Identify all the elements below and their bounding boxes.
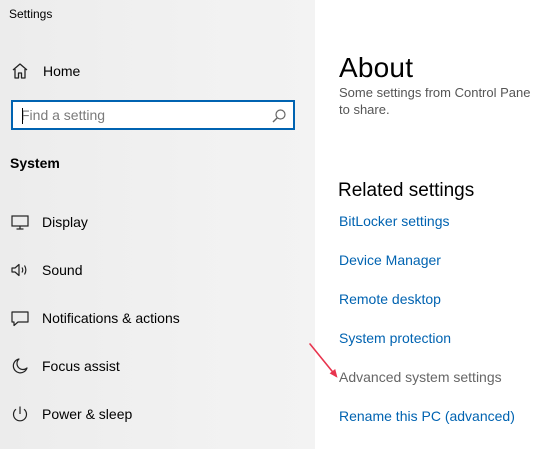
section-title: System: [10, 155, 60, 171]
page-title: About: [339, 52, 414, 83]
search-input[interactable]: [21, 106, 261, 124]
sidebar-item-focus-assist[interactable]: Focus assist: [10, 355, 120, 377]
search-box[interactable]: [11, 100, 295, 130]
rename-pc-link[interactable]: Rename this PC (advanced): [339, 408, 515, 424]
moon-icon: [10, 356, 30, 376]
system-protection-link[interactable]: System protection: [339, 330, 451, 346]
sidebar-item-label: Focus assist: [42, 358, 120, 374]
sidebar-item-sound[interactable]: Sound: [10, 259, 82, 281]
home-button[interactable]: Home: [10, 60, 80, 82]
related-settings-heading: Related settings: [338, 180, 475, 201]
sidebar: Settings Home System Display: [0, 0, 315, 449]
sidebar-item-label: Display: [42, 214, 88, 230]
description-line-1: Some settings from Control Pane: [339, 88, 531, 100]
power-icon: [10, 404, 30, 424]
bitlocker-settings-link[interactable]: BitLocker settings: [339, 213, 450, 229]
description-line-2: to share.: [339, 102, 390, 117]
sidebar-item-notifications[interactable]: Notifications & actions: [10, 307, 180, 329]
sidebar-item-label: Notifications & actions: [42, 310, 180, 326]
window-title: Settings: [9, 7, 53, 21]
sidebar-item-power-sleep[interactable]: Power & sleep: [10, 403, 132, 425]
remote-desktop-link[interactable]: Remote desktop: [339, 291, 441, 307]
notification-icon: [10, 308, 30, 328]
search-icon[interactable]: [271, 108, 287, 124]
sidebar-item-label: Sound: [42, 262, 83, 278]
home-icon: [10, 61, 30, 81]
text-caret: [22, 108, 23, 124]
speaker-icon: [10, 260, 30, 280]
sidebar-item-label: Power & sleep: [42, 406, 133, 422]
description-text: Some settings from Control Pane to share…: [339, 88, 543, 124]
device-manager-link[interactable]: Device Manager: [339, 252, 441, 268]
annotation-arrow: [309, 343, 338, 378]
home-label: Home: [43, 63, 81, 79]
advanced-system-settings-link[interactable]: Advanced system settings: [339, 369, 502, 385]
monitor-icon: [10, 212, 30, 232]
sidebar-item-display[interactable]: Display: [10, 211, 88, 233]
